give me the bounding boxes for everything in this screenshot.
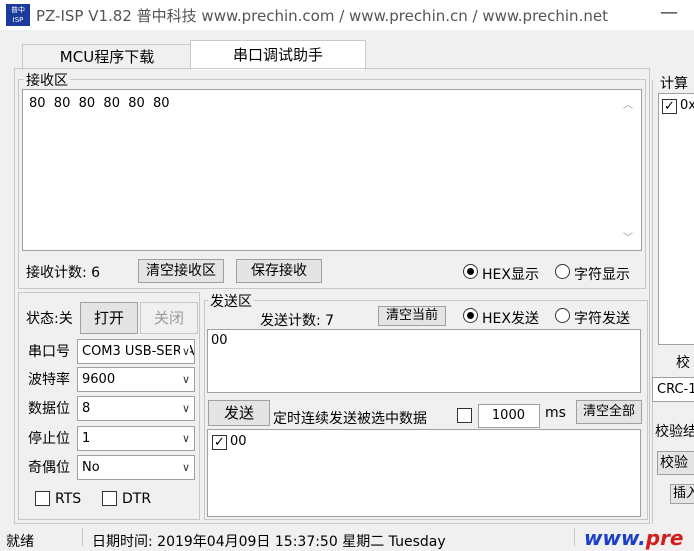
- send-list-item-checkbox[interactable]: ✓: [212, 435, 227, 450]
- port-number-label: 串口号: [28, 344, 70, 360]
- chevron-down-icon: ∨: [179, 427, 190, 450]
- stop-bits-select[interactable]: 1 ∨: [77, 426, 195, 451]
- dtr-label: DTR: [122, 491, 152, 507]
- parity-select[interactable]: No ∨: [77, 455, 195, 480]
- window-title: PZ-ISP V1.82 普中科技 www.prechin.com / www.…: [36, 7, 608, 25]
- char-send-label: 字符发送: [574, 311, 630, 327]
- check-title: 校: [676, 355, 690, 371]
- open-port-button[interactable]: 打开: [80, 302, 138, 334]
- receive-scrollbar[interactable]: ︿ ﹀: [621, 92, 639, 248]
- send-group-title: 发送区: [208, 291, 254, 311]
- stop-bits-label: 停止位: [28, 431, 70, 447]
- chevron-down-icon: ∨: [179, 368, 190, 391]
- status-ready: 就绪: [6, 534, 34, 550]
- ms-label: ms: [545, 405, 566, 421]
- tab-serial-assistant[interactable]: 串口调试助手: [190, 40, 366, 70]
- scroll-down-icon[interactable]: ﹀: [623, 229, 633, 244]
- chevron-down-icon: ∨: [179, 456, 190, 479]
- char-display-radio[interactable]: [555, 264, 570, 279]
- chevron-down-icon: ∨: [179, 397, 190, 420]
- status-bar: 就绪 日期时间: 2019年04月09日 15:37:50 星期二 Tuesda…: [0, 526, 694, 550]
- save-receive-button[interactable]: 保存接收: [236, 259, 322, 283]
- hex-send-radio[interactable]: [463, 308, 478, 323]
- stop-bits-value: 1: [82, 431, 91, 446]
- send-button[interactable]: 发送: [208, 400, 270, 426]
- insert-button[interactable]: 插入: [670, 484, 694, 504]
- baud-rate-select[interactable]: 9600 ∨: [77, 367, 195, 392]
- title-bar: 普中 ISP PZ-ISP V1.82 普中科技 www.prechin.com…: [0, 0, 694, 30]
- clear-current-button[interactable]: 清空当前: [378, 306, 446, 326]
- send-list[interactable]: ✓ 00: [207, 429, 641, 517]
- hex-display-label: HEX显示: [482, 267, 539, 283]
- rts-checkbox[interactable]: [35, 491, 50, 506]
- char-display-label: 字符显示: [574, 267, 630, 283]
- scroll-up-icon[interactable]: ︿: [623, 96, 633, 111]
- crc-select[interactable]: CRC-1: [652, 377, 694, 402]
- port-status: 状态:关: [26, 311, 73, 327]
- port-number-select[interactable]: COM3 USB-SERIAL CH340 ∨: [77, 339, 195, 364]
- parity-label: 奇偶位: [28, 460, 70, 476]
- rts-label: RTS: [55, 491, 82, 507]
- result-title: 校验结: [655, 424, 694, 440]
- timer-label: 定时连续发送被选中数据: [273, 411, 427, 427]
- timer-checkbox[interactable]: [457, 408, 472, 423]
- app-icon: 普中 ISP: [6, 4, 30, 26]
- receive-textarea[interactable]: 80 80 80 80 80 80 ︿ ﹀: [22, 89, 642, 251]
- baud-rate-value: 9600: [82, 372, 116, 387]
- data-bits-value: 8: [82, 401, 91, 416]
- receive-group-title: 接收区: [24, 70, 70, 90]
- calc-title: 计算: [660, 76, 688, 92]
- status-datetime: 日期时间: 2019年04月09日 15:37:50 星期二 Tuesday: [92, 534, 446, 550]
- calc-list[interactable]: ✓ 0x: [658, 93, 694, 345]
- receive-count: 接收计数: 6: [26, 265, 101, 281]
- clear-all-button[interactable]: 清空全部: [576, 400, 642, 424]
- send-list-item-label: 00: [230, 434, 247, 449]
- close-port-button[interactable]: 关闭: [140, 302, 198, 334]
- status-separator: [574, 528, 575, 546]
- receive-content: 80 80 80 80 80 80: [29, 96, 170, 111]
- brand-logo: www.pre: [584, 526, 684, 550]
- hex-display-radio[interactable]: [463, 264, 478, 279]
- char-send-radio[interactable]: [555, 308, 570, 323]
- port-number-value: COM3 USB-SERIAL CH340: [82, 344, 195, 359]
- hex-send-label: HEX发送: [482, 311, 539, 327]
- send-textarea[interactable]: 00: [207, 329, 641, 393]
- dtr-checkbox[interactable]: [102, 491, 117, 506]
- status-separator: [82, 528, 83, 546]
- interval-input[interactable]: 1000: [478, 404, 540, 428]
- crc-value: CRC-1: [657, 382, 694, 397]
- calc-list-item: 0x: [680, 98, 694, 113]
- minimize-button[interactable]: —: [660, 2, 678, 23]
- baud-rate-label: 波特率: [28, 372, 70, 388]
- send-count: 发送计数: 7: [260, 313, 335, 329]
- data-bits-label: 数据位: [28, 401, 70, 417]
- check-button[interactable]: 校验: [657, 451, 694, 475]
- parity-value: No: [82, 460, 100, 475]
- send-content: 00: [211, 333, 228, 348]
- tab-mcu-download[interactable]: MCU程序下载: [22, 44, 192, 70]
- chevron-down-icon: ∨: [179, 340, 190, 363]
- clear-receive-button[interactable]: 清空接收区: [138, 259, 224, 283]
- calc-list-checkbox[interactable]: ✓: [662, 99, 677, 114]
- interval-value: 1000: [491, 408, 525, 423]
- data-bits-select[interactable]: 8 ∨: [77, 396, 195, 421]
